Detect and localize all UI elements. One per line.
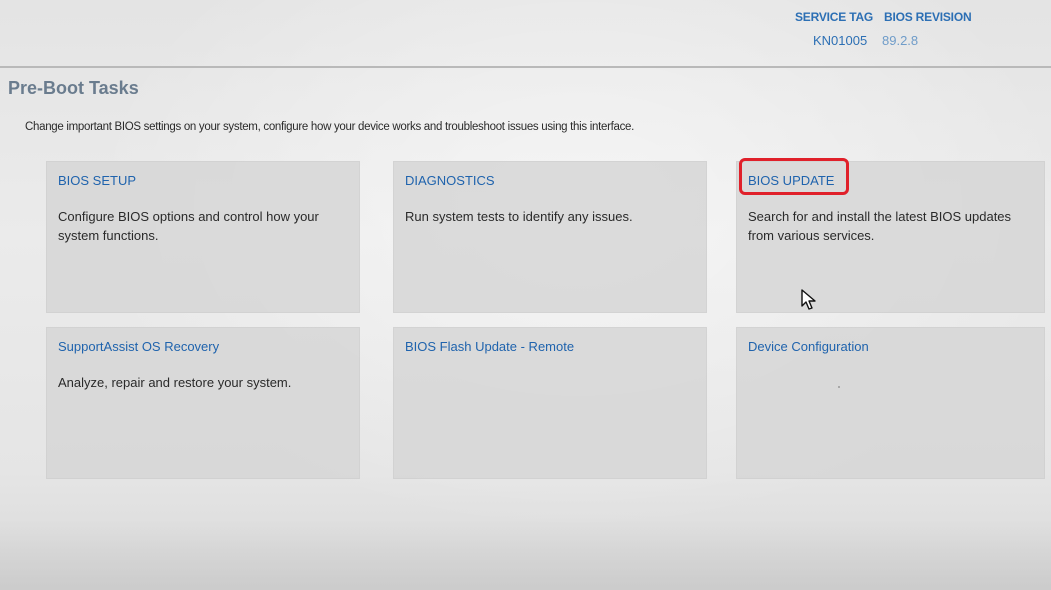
service-tag-value: KN01005 bbox=[813, 33, 868, 48]
tile-diagnostics[interactable]: DIAGNOSTICS Run system tests to identify… bbox=[393, 161, 707, 313]
bios-screen: SERVICE TAG BIOS REVISION KN01005 89.2.8… bbox=[0, 0, 1051, 590]
screen-speck bbox=[838, 386, 840, 388]
tile-description: Search for and install the latest BIOS u… bbox=[748, 209, 1012, 243]
service-tag-label: SERVICE TAG bbox=[795, 10, 874, 24]
bios-update-highlight bbox=[739, 158, 849, 195]
tile-description: Analyze, repair and restore your system. bbox=[58, 375, 292, 390]
tile-title[interactable]: BIOS Flash Update - Remote bbox=[405, 339, 574, 354]
tile-title[interactable]: BIOS SETUP bbox=[58, 173, 136, 188]
page-description: Change important BIOS settings on your s… bbox=[25, 121, 635, 133]
tile-description: Run system tests to identify any issues. bbox=[405, 209, 633, 224]
page-title: Pre-Boot Tasks bbox=[8, 78, 139, 98]
tile-bios-setup[interactable]: BIOS SETUP Configure BIOS options and co… bbox=[46, 161, 360, 313]
tile-title[interactable]: Device Configuration bbox=[748, 339, 869, 354]
tile-supportassist-os-recovery[interactable]: SupportAssist OS Recovery Analyze, repai… bbox=[46, 327, 360, 479]
mouse-pointer-icon bbox=[801, 289, 816, 310]
bios-revision-value: 89.2.8 bbox=[882, 33, 919, 48]
tile-description: Configure BIOS options and control how y… bbox=[58, 209, 319, 243]
bottom-shading bbox=[0, 520, 1051, 590]
tile-title[interactable]: SupportAssist OS Recovery bbox=[58, 339, 219, 354]
tile-title[interactable]: DIAGNOSTICS bbox=[405, 173, 495, 188]
tile-bios-flash-update-remote[interactable]: BIOS Flash Update - Remote bbox=[393, 327, 707, 479]
bios-revision-label: BIOS REVISION bbox=[884, 10, 972, 24]
tile-device-configuration[interactable]: Device Configuration bbox=[736, 327, 1045, 479]
top-bar: SERVICE TAG BIOS REVISION KN01005 89.2.8 bbox=[0, 0, 1051, 68]
